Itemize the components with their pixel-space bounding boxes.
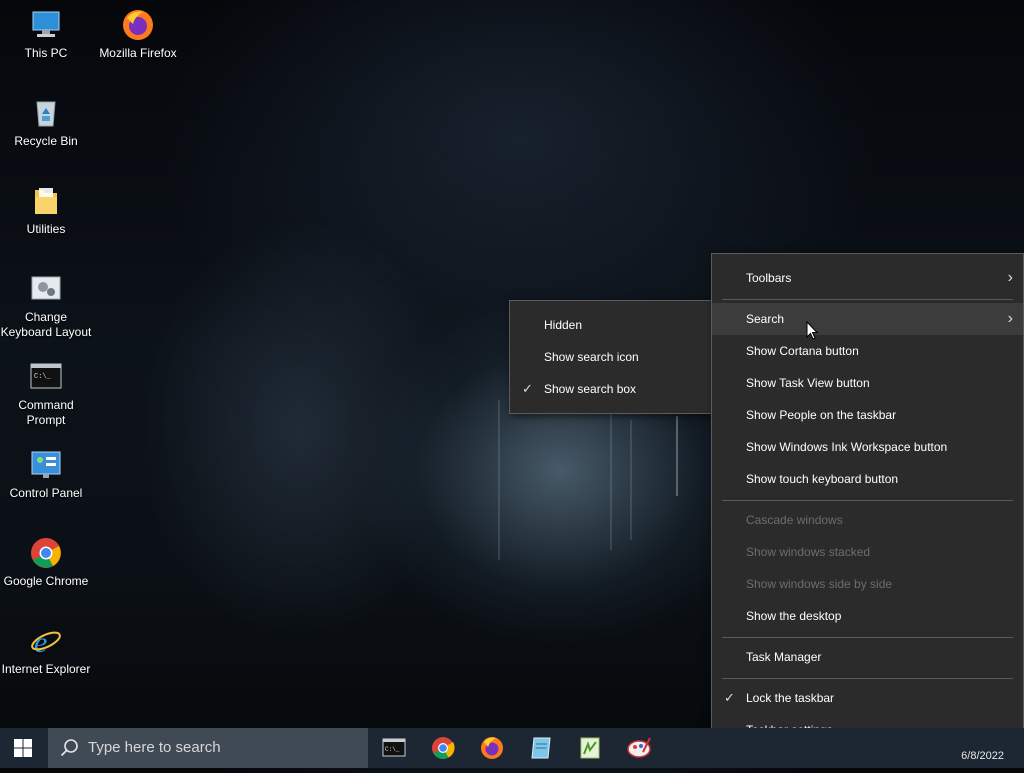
menu-item-lock-taskbar[interactable]: ✓ Lock the taskbar <box>712 682 1023 714</box>
search-option-hidden[interactable]: Hidden <box>510 309 713 341</box>
keyboard-layout-icon <box>29 272 63 306</box>
menu-item-label: Show the desktop <box>746 609 842 623</box>
taskbar-app-firefox[interactable] <box>472 732 512 764</box>
desktop-icon-control-panel[interactable]: Control Panel <box>0 448 92 501</box>
desktop-icon-label: Internet Explorer <box>1 662 91 676</box>
control-panel-icon <box>29 448 63 482</box>
menu-item-show-cortana[interactable]: Show Cortana button <box>712 335 1023 367</box>
taskbar-app-notepad[interactable] <box>521 732 561 764</box>
menu-item-show-task-view[interactable]: Show Task View button <box>712 367 1023 399</box>
taskbar-search-box[interactable]: Type here to search <box>48 728 368 768</box>
taskbar-app-notepad-plus[interactable] <box>570 732 610 764</box>
search-submenu: Hidden Show search icon ✓ Show search bo… <box>509 300 714 414</box>
desktop-icon-change-keyboard-layout[interactable]: Change Keyboard Layout <box>0 272 92 340</box>
chevron-right-icon: › <box>1007 310 1013 327</box>
menu-item-label: Toolbars <box>746 271 792 285</box>
folder-icon <box>29 184 63 218</box>
menu-item-label: Lock the taskbar <box>746 691 835 705</box>
menu-separator <box>722 500 1013 501</box>
taskbar-app-paint[interactable] <box>619 732 659 764</box>
menu-item-windows-side-by-side: Show windows side by side <box>712 568 1023 600</box>
menu-separator <box>722 299 1013 300</box>
command-prompt-icon: C:\_ <box>29 360 63 394</box>
menu-item-show-people[interactable]: Show People on the taskbar <box>712 399 1023 431</box>
svg-text:e: e <box>34 626 47 658</box>
chrome-icon <box>29 536 63 570</box>
search-option-show-icon[interactable]: Show search icon <box>510 341 713 373</box>
menu-item-label: Show Task View button <box>746 376 870 390</box>
firefox-icon <box>481 737 503 759</box>
command-prompt-icon: C:\_ <box>382 738 406 757</box>
taskbar-context-menu: Toolbars › Search › Show Cortana button … <box>711 253 1024 755</box>
desktop-icon-internet-explorer[interactable]: e Internet Explorer <box>0 624 92 677</box>
start-button[interactable] <box>0 728 48 768</box>
clock-date[interactable]: 6/8/2022 <box>961 750 1004 762</box>
menu-item-label: Show windows side by side <box>746 577 893 591</box>
menu-item-label: Show Cortana button <box>746 344 859 358</box>
menu-item-label: Show windows stacked <box>746 545 871 559</box>
windows-logo-icon <box>14 739 32 757</box>
desktop-icon-label: This PC <box>24 46 68 60</box>
menu-item-show-ink-workspace[interactable]: Show Windows Ink Workspace button <box>712 431 1023 463</box>
menu-item-label: Show Windows Ink Workspace button <box>746 440 948 454</box>
this-pc-icon <box>29 8 63 42</box>
desktop-icon-label: Command Prompt <box>18 398 74 427</box>
paint-icon <box>627 737 651 758</box>
chrome-icon <box>432 737 455 759</box>
menu-item-label: Search <box>746 312 785 326</box>
menu-item-label: Cascade windows <box>746 513 843 527</box>
desktop-icon-utilities[interactable]: Utilities <box>0 184 92 237</box>
menu-item-label: Show search icon <box>544 350 639 364</box>
internet-explorer-icon: e <box>29 624 63 659</box>
recycle-bin-icon <box>29 96 63 130</box>
desktop-icon-firefox[interactable]: Mozilla Firefox <box>92 8 184 61</box>
search-icon <box>60 739 78 757</box>
menu-item-toolbars[interactable]: Toolbars › <box>712 262 1023 294</box>
firefox-icon <box>121 8 155 42</box>
notepad-icon <box>531 737 551 759</box>
menu-separator <box>722 678 1013 679</box>
search-placeholder: Type here to search <box>88 739 221 756</box>
taskbar: Type here to search C:\_ 6/8/2022 <box>0 728 1024 768</box>
svg-text:C:\_: C:\_ <box>34 373 52 381</box>
search-option-show-box[interactable]: ✓ Show search box <box>510 373 713 405</box>
desktop-icon-label: Mozilla Firefox <box>99 46 177 60</box>
chevron-right-icon: › <box>1007 269 1013 286</box>
menu-item-label: Hidden <box>544 318 583 332</box>
desktop-icon-chrome[interactable]: Google Chrome <box>0 536 92 589</box>
menu-item-search[interactable]: Search › <box>712 303 1023 335</box>
desktop-icon-recycle-bin[interactable]: Recycle Bin <box>0 96 92 149</box>
menu-item-show-desktop[interactable]: Show the desktop <box>712 600 1023 632</box>
menu-item-show-touch-keyboard[interactable]: Show touch keyboard button <box>712 463 1023 495</box>
desktop-icon-label: Change Keyboard Layout <box>0 310 92 339</box>
mouse-cursor-icon <box>806 320 820 341</box>
desktop-icon-this-pc[interactable]: This PC <box>0 8 92 61</box>
desktop-icon-label: Recycle Bin <box>14 134 78 148</box>
checkmark-icon: ✓ <box>522 381 533 396</box>
menu-item-task-manager[interactable]: Task Manager <box>712 641 1023 673</box>
desktop-icon-label: Control Panel <box>9 486 83 500</box>
desktop-icon-label: Utilities <box>26 222 66 236</box>
desktop-icon-label: Google Chrome <box>3 574 89 588</box>
menu-item-label: Show People on the taskbar <box>746 408 897 422</box>
taskbar-app-chrome[interactable] <box>423 732 463 764</box>
notepad-plus-icon <box>580 737 600 759</box>
menu-item-label: Task Manager <box>746 650 822 664</box>
svg-text:C:\_: C:\_ <box>385 746 400 753</box>
desktop-icon-command-prompt[interactable]: C:\_ Command Prompt <box>0 360 92 428</box>
menu-separator <box>722 637 1013 638</box>
menu-item-cascade-windows: Cascade windows <box>712 504 1023 536</box>
menu-item-windows-stacked: Show windows stacked <box>712 536 1023 568</box>
checkmark-icon: ✓ <box>724 690 735 705</box>
menu-item-label: Show search box <box>544 382 637 396</box>
menu-item-label: Show touch keyboard button <box>746 472 899 486</box>
taskbar-app-command-prompt[interactable]: C:\_ <box>374 732 414 764</box>
